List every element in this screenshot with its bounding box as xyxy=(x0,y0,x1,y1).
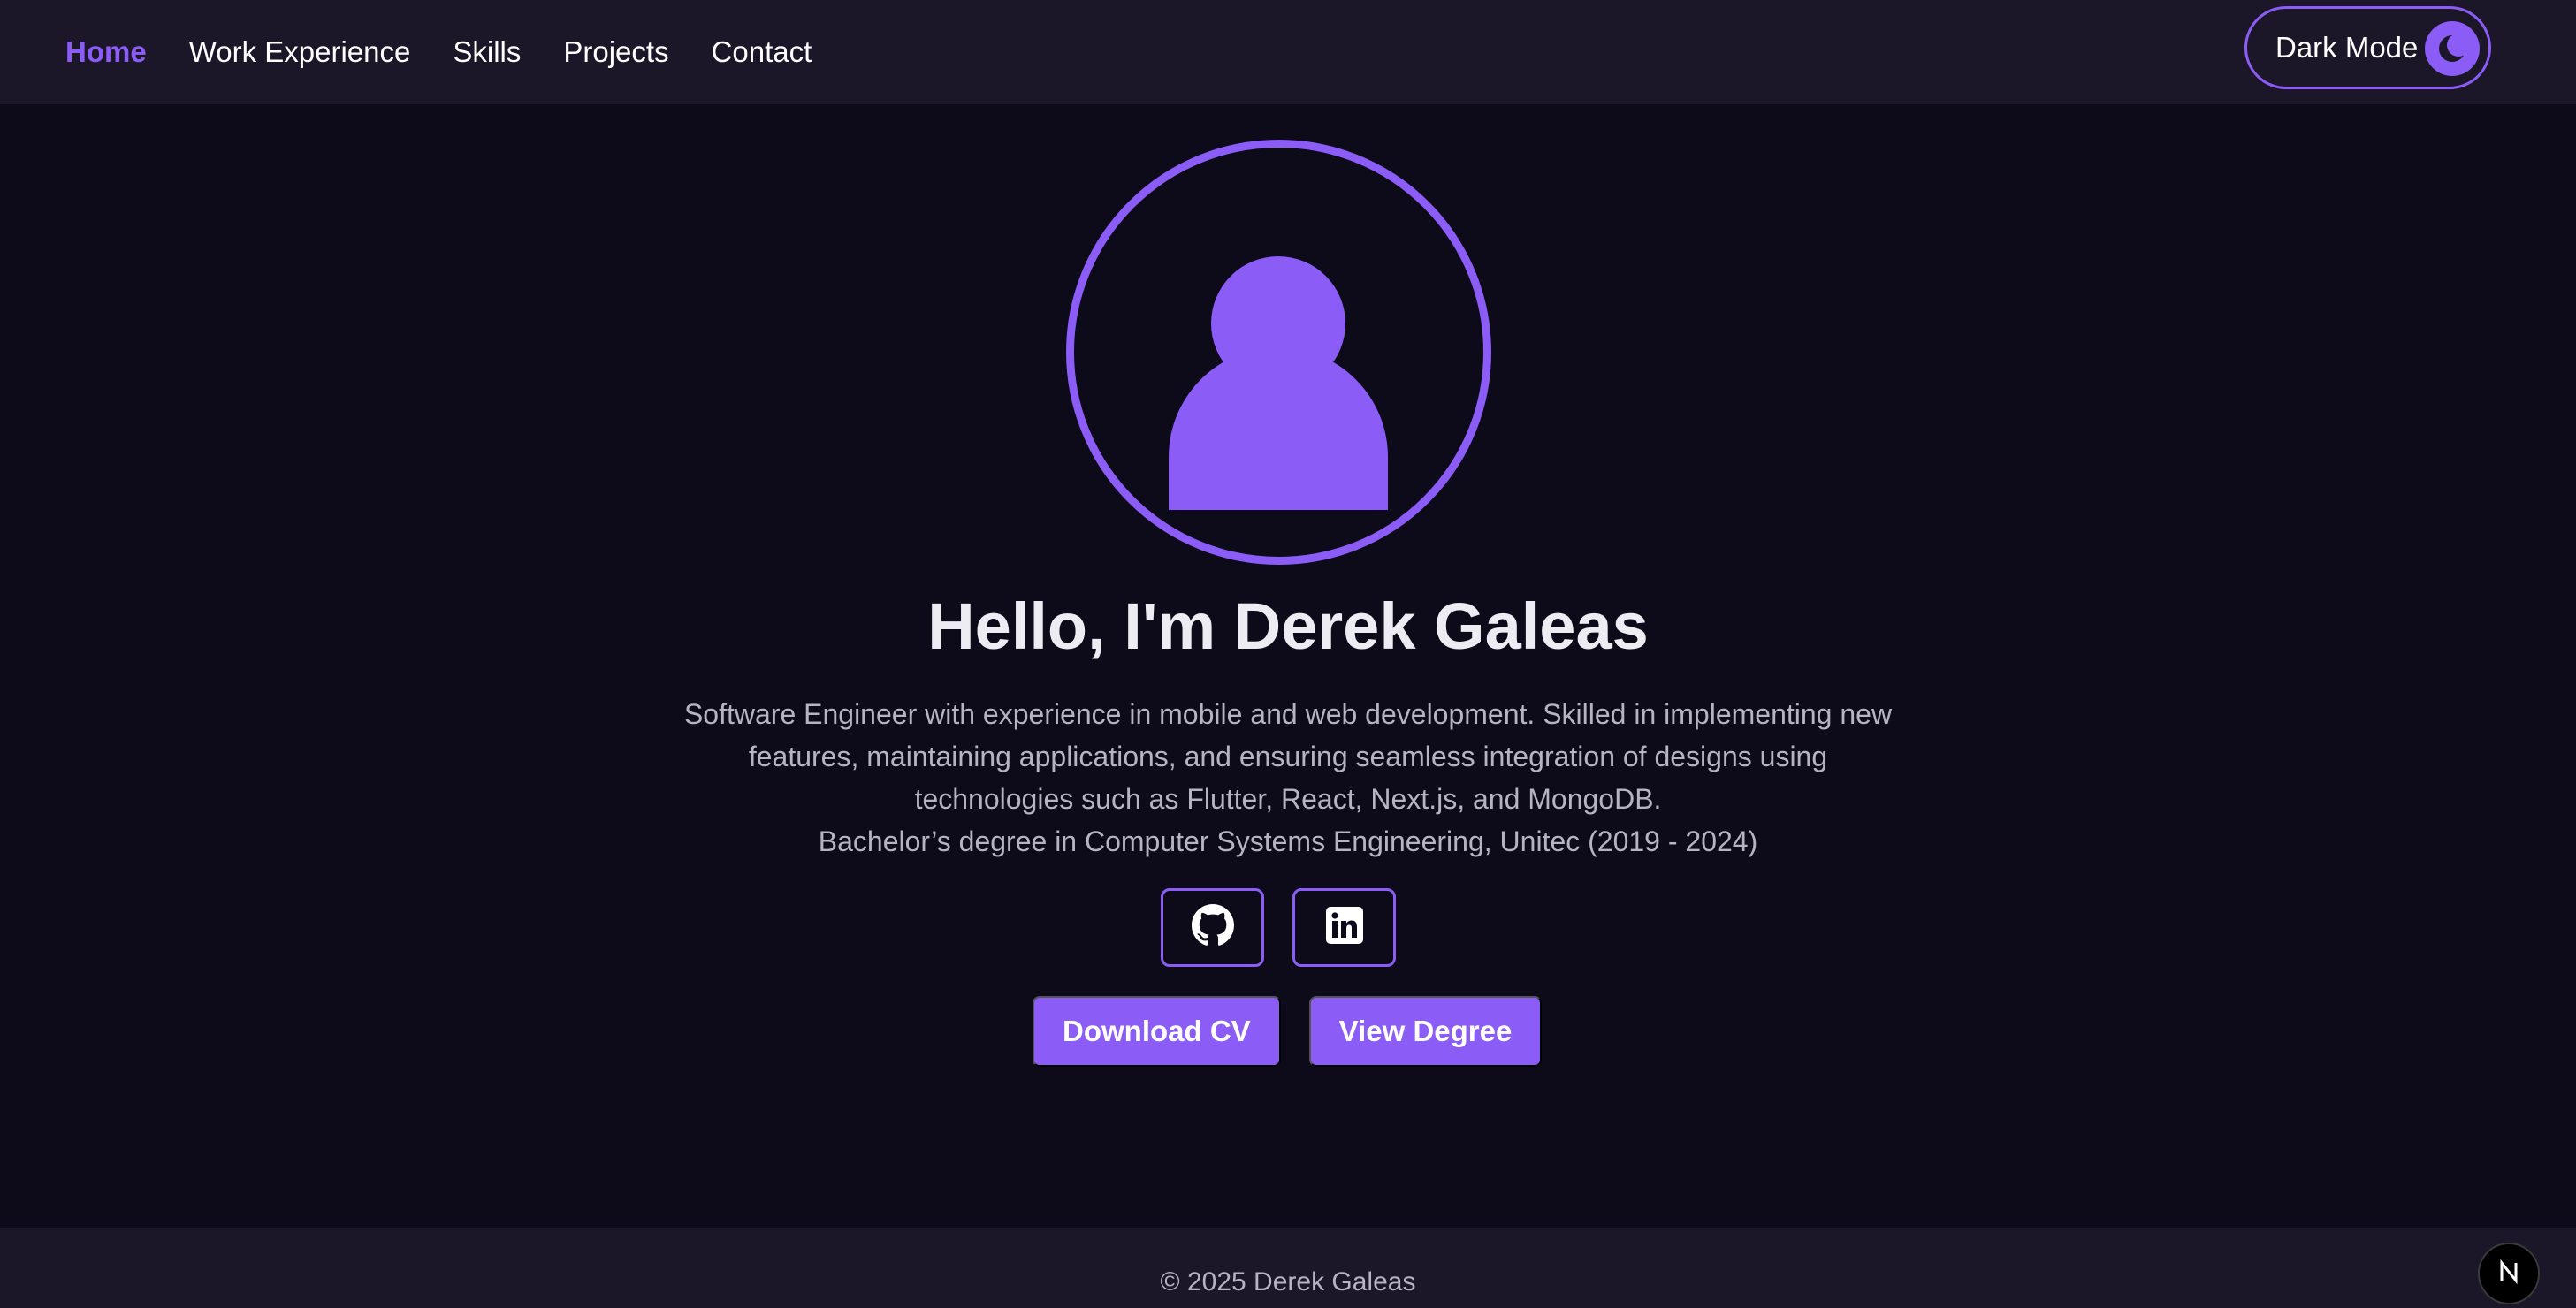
bio-text: Software Engineer with experience in mob… xyxy=(669,693,1907,863)
nextjs-dev-badge[interactable] xyxy=(2478,1243,2540,1304)
footer: © 2025 Derek Galeas xyxy=(0,1228,2576,1308)
download-cv-button[interactable]: Download CV xyxy=(1033,996,1281,1067)
github-link[interactable] xyxy=(1161,888,1264,967)
github-icon xyxy=(1191,904,1234,951)
linkedin-link[interactable] xyxy=(1292,888,1396,967)
user-avatar-icon xyxy=(1066,140,1491,565)
copyright-text: © 2025 Derek Galeas xyxy=(1160,1267,1416,1297)
nextjs-icon xyxy=(2496,1259,2522,1289)
bio-summary: Software Engineer with experience in mob… xyxy=(683,698,1893,815)
dark-mode-toggle[interactable]: Dark Mode xyxy=(2244,6,2491,89)
nav-links: Home Work Experience Skills Projects Con… xyxy=(65,35,854,69)
nav-item-contact[interactable]: Contact xyxy=(712,35,812,69)
nav-item-home[interactable]: Home xyxy=(65,35,147,69)
nav-item-projects[interactable]: Projects xyxy=(563,35,668,69)
page-title: Hello, I'm Derek Galeas xyxy=(927,589,1649,663)
bio-education: Bachelor’s degree in Computer Systems En… xyxy=(818,825,1758,857)
hero-section: Hello, I'm Derek Galeas Software Enginee… xyxy=(0,104,2576,1228)
social-links xyxy=(1161,888,1424,967)
view-degree-button[interactable]: View Degree xyxy=(1308,996,1543,1067)
nav-item-work-experience[interactable]: Work Experience xyxy=(189,35,411,69)
nav-item-skills[interactable]: Skills xyxy=(453,35,521,69)
dark-mode-label: Dark Mode xyxy=(2275,31,2419,64)
cta-buttons: Download CV View Degree xyxy=(1033,996,1570,1067)
moon-icon xyxy=(2425,21,2480,76)
linkedin-icon xyxy=(1325,906,1364,949)
top-navbar: Home Work Experience Skills Projects Con… xyxy=(0,0,2576,104)
